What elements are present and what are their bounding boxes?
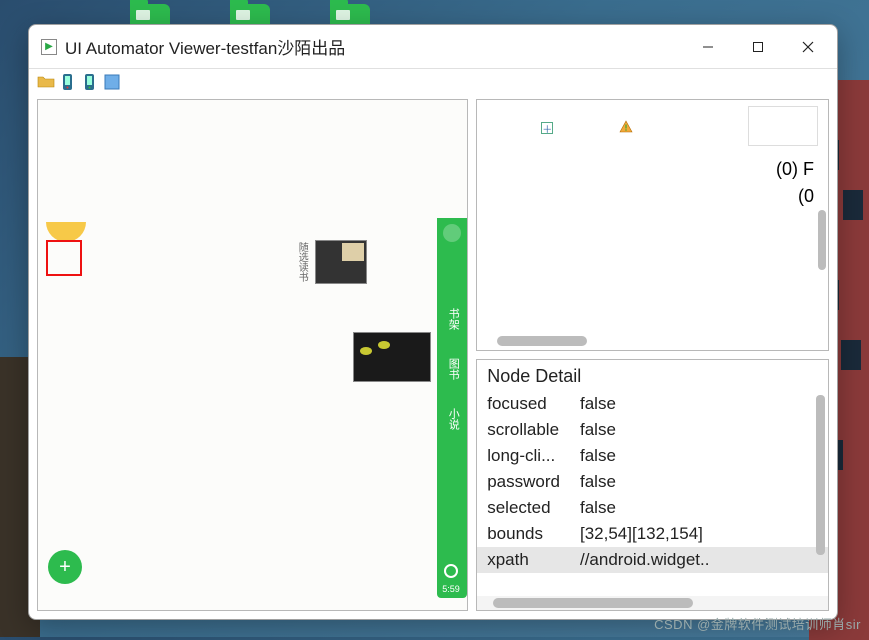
- horizontal-scrollbar[interactable]: [497, 336, 587, 346]
- right-column: ＋ (0) F (0 Node Detail focusedfalsescrol…: [476, 99, 829, 611]
- expand-all-icon[interactable]: ＋: [541, 122, 553, 134]
- window-title: UI Automator Viewer-testfan沙陌出品: [65, 34, 683, 59]
- book-thumbnail: [353, 332, 431, 382]
- detail-row[interactable]: long-cli...false: [477, 443, 828, 469]
- device-dump-compressed-icon[interactable]: [81, 73, 99, 91]
- detail-value: //android.widget..: [570, 547, 828, 573]
- maximize-button[interactable]: [733, 27, 783, 67]
- detail-row[interactable]: bounds[32,54][132,154]: [477, 521, 828, 547]
- avatar-icon: [443, 224, 461, 242]
- nav-category: 图书: [445, 358, 461, 380]
- device-screenshot: + 随选读书 书架 图书 小说 5:59: [38, 100, 467, 610]
- node-detail-pane: Node Detail focusedfalsescrollablefalsel…: [476, 359, 829, 611]
- search-icon: [444, 564, 458, 578]
- app-icon: ▶: [41, 39, 57, 55]
- detail-value: false: [570, 391, 828, 417]
- screenshot-pane[interactable]: + 随选读书 书架 图书 小说 5:59: [37, 99, 468, 611]
- tree-content[interactable]: (0) F (0: [776, 156, 814, 210]
- tree-header-box: [748, 106, 818, 146]
- vertical-scrollbar[interactable]: [818, 210, 826, 270]
- detail-row[interactable]: scrollablefalse: [477, 417, 828, 443]
- tree-node[interactable]: (0: [776, 183, 814, 210]
- open-file-icon[interactable]: [37, 73, 55, 91]
- device-dump-icon[interactable]: [59, 73, 77, 91]
- toolbar: [29, 69, 837, 95]
- book-label: 随选读书: [296, 242, 307, 282]
- tree-node[interactable]: (0) F: [776, 156, 814, 183]
- close-button[interactable]: [783, 27, 833, 67]
- detail-title: Node Detail: [477, 360, 828, 391]
- book-thumbnail: [315, 240, 367, 284]
- warning-icon[interactable]: [619, 120, 633, 137]
- detail-value: false: [570, 417, 828, 443]
- save-screenshot-icon[interactable]: [103, 73, 121, 91]
- detail-value: false: [570, 495, 828, 521]
- detail-key: focused: [477, 391, 570, 417]
- detail-key: password: [477, 469, 570, 495]
- nav-category: 书架: [445, 308, 461, 330]
- detail-value: false: [570, 443, 828, 469]
- detail-key: xpath: [477, 547, 570, 573]
- vertical-scrollbar[interactable]: [816, 395, 825, 555]
- device-nav-strip: 书架 图书 小说 5:59: [437, 218, 467, 598]
- app-window: ▶ UI Automator Viewer-testfan沙陌出品: [28, 24, 838, 620]
- detail-key: scrollable: [477, 417, 570, 443]
- nav-category: 小说: [445, 408, 461, 430]
- detail-row[interactable]: focusedfalse: [477, 391, 828, 417]
- hierarchy-tree-pane[interactable]: ＋ (0) F (0: [476, 99, 829, 351]
- detail-key: bounds: [477, 521, 570, 547]
- status-clock: 5:59: [442, 584, 460, 594]
- window-controls: [683, 27, 833, 67]
- detail-key: selected: [477, 495, 570, 521]
- horizontal-scrollbar[interactable]: [477, 596, 828, 610]
- detail-row[interactable]: xpath//android.widget..: [477, 547, 828, 573]
- watermark: CSDN @金牌软件测试培训师肖sir: [654, 614, 861, 633]
- detail-table: focusedfalsescrollablefalselong-cli...fa…: [477, 391, 828, 573]
- detail-value: [32,54][132,154]: [570, 521, 828, 547]
- detail-row[interactable]: selectedfalse: [477, 495, 828, 521]
- titlebar: ▶ UI Automator Viewer-testfan沙陌出品: [29, 25, 837, 69]
- detail-body[interactable]: focusedfalsescrollablefalselong-cli...fa…: [477, 391, 828, 596]
- detail-value: false: [570, 469, 828, 495]
- selection-highlight: [46, 240, 82, 276]
- content-area: + 随选读书 书架 图书 小说 5:59 ＋: [29, 95, 837, 619]
- detail-row[interactable]: passwordfalse: [477, 469, 828, 495]
- fab-add-icon: +: [48, 550, 82, 584]
- minimize-button[interactable]: [683, 27, 733, 67]
- yellow-arc-decoration: [46, 222, 86, 242]
- detail-key: long-cli...: [477, 443, 570, 469]
